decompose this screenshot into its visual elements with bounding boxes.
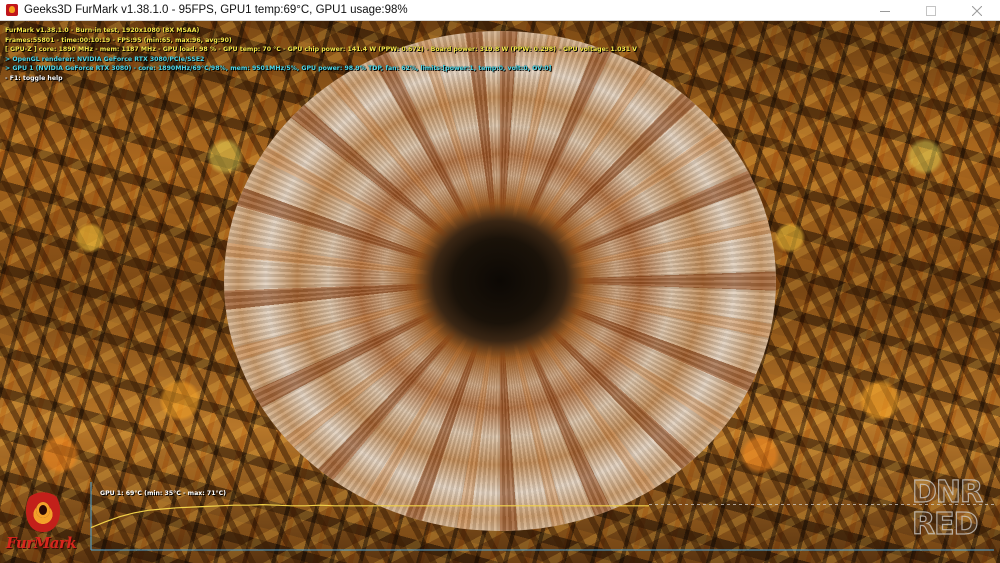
- close-button[interactable]: [954, 0, 1000, 21]
- hud-line-title: FurMark v1.38.1.0 - Burn-in test, 1920x1…: [5, 27, 200, 34]
- window-controls: [862, 0, 1000, 21]
- hud-line-gpu1: > GPU 1 (NVIDIA GeForce RTX 3080) - core…: [5, 65, 552, 73]
- fur-donut-grain: [224, 31, 776, 531]
- minimize-button[interactable]: [862, 0, 908, 21]
- furmark-logo-text: FurMark: [6, 534, 77, 552]
- furmark-flame-icon: [26, 488, 60, 532]
- hud-line-renderer: > OpenGL renderer: NVIDIA GeForce RTX 30…: [5, 55, 205, 63]
- maximize-icon: [926, 5, 936, 16]
- furmark-app-icon: [6, 4, 18, 16]
- furmark-logo: FurMark: [4, 486, 84, 558]
- close-icon: [972, 5, 982, 16]
- temperature-graph: GPU 1: 69°C (min: 35°C - max: 71°C): [89, 482, 996, 553]
- hud-line-gpuz: [ GPU-Z ] core: 1890 MHz - mem: 1187 MHz…: [5, 46, 637, 54]
- window-titlebar[interactable]: Geeks3D FurMark v1.38.1.0 - 95FPS, GPU1 …: [0, 0, 1000, 21]
- dnr-red-watermark: DNR RED: [911, 475, 988, 546]
- hud-line-help: - F1: toggle help: [5, 74, 63, 82]
- hud-line-frames: Frames:55801 - time:00:10:19 - FPS:95 (m…: [5, 36, 232, 44]
- benchmark-hud: FurMark v1.38.1.0 - Burn-in test, 1920x1…: [5, 26, 637, 84]
- window-title: Geeks3D FurMark v1.38.1.0 - 95FPS, GPU1 …: [24, 4, 408, 16]
- watermark-line-2: RED: [911, 507, 979, 542]
- minimize-icon: [880, 10, 890, 12]
- graph-series-gpu1: [90, 503, 649, 529]
- graph-label: GPU 1: 69°C (min: 35°C - max: 71°C): [100, 490, 226, 497]
- maximize-button[interactable]: [908, 0, 954, 21]
- watermark-line-1: DNR: [911, 475, 983, 510]
